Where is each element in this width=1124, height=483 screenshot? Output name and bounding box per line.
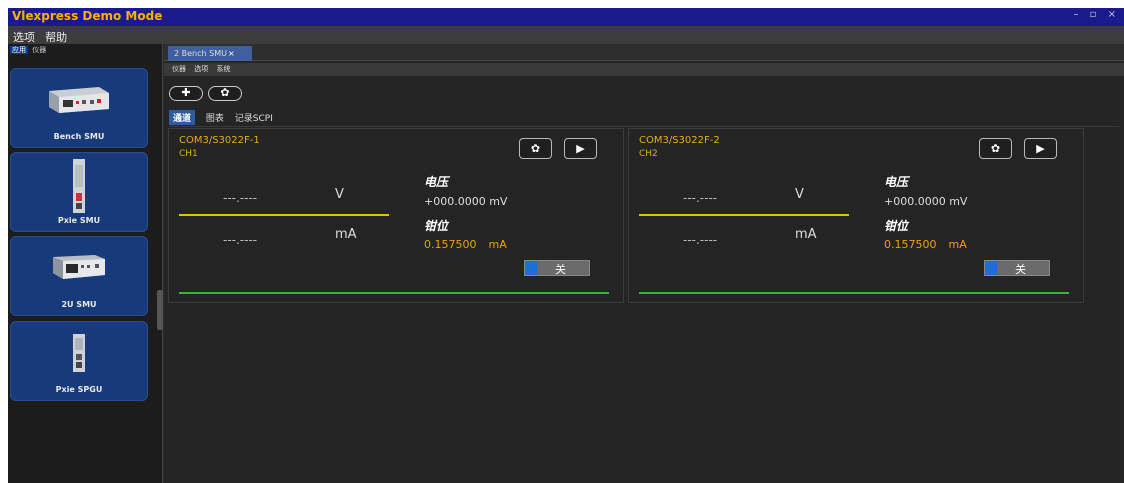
current-unit: mA (335, 227, 357, 242)
clamp-label: 钳位 (884, 219, 909, 233)
document-tab[interactable]: 2 Bench SMU× (168, 46, 252, 61)
current-unit: mA (795, 227, 817, 242)
channel-name: CH1 (179, 149, 198, 159)
clamp-unit: mA (948, 238, 967, 251)
tab-divider (169, 126, 1119, 127)
close-icon[interactable]: × (228, 49, 235, 58)
clamp-setting[interactable]: 0.157500 mA (884, 238, 967, 251)
content-tabs: 通道 图表 记录SCPI (169, 110, 281, 125)
channel-run-button[interactable]: ▶ (564, 138, 597, 159)
status-line (179, 292, 609, 294)
reading-divider (179, 214, 389, 216)
add-button[interactable]: ✚ (169, 86, 203, 101)
clamp-value: 0.157500 (424, 238, 477, 251)
voltage-unit: V (795, 187, 804, 202)
channel-run-button[interactable]: ▶ (1024, 138, 1057, 159)
voltage-setpoint[interactable]: +000.0000 mV (424, 195, 507, 208)
voltage-unit: V (335, 187, 344, 202)
channel-panel-1: COM3/S3022F-1 CH1 ✿ ▶ ---.---- V ---.---… (168, 128, 624, 303)
main-area: 2 Bench SMU× 仪器 选项 系统 ✚ ✿ 通道 图表 记录SCPI C… (164, 44, 1124, 483)
reading-divider (639, 214, 849, 216)
title-bar: Vlexpress Demo Mode – ▫ × (8, 8, 1124, 26)
voltage-reading: ---.---- (223, 191, 258, 205)
window-controls[interactable]: – ▫ × (1073, 9, 1120, 20)
voltage-reading: ---.---- (683, 191, 718, 205)
channel-panel-2: COM3/S3022F-2 CH2 ✿ ▶ ---.---- V ---.---… (628, 128, 1084, 303)
channel-settings-button[interactable]: ✿ (519, 138, 552, 159)
channel-settings-button[interactable]: ✿ (979, 138, 1012, 159)
device-label: Pxie SMU (57, 216, 101, 225)
tab-scpi-log[interactable]: 记录SCPI (235, 111, 273, 124)
device-panel: 应用 仪器 Bench SMU Pxie SMU 2U SMU Pxie SPG… (8, 44, 163, 483)
gear-icon: ✿ (220, 86, 230, 99)
menu-help[interactable]: 帮助 (40, 27, 67, 45)
clamp-unit: mA (488, 238, 507, 251)
output-state-label: 关 (1015, 263, 1026, 276)
toggle-knob (985, 261, 997, 275)
pxie-spgu-image (73, 334, 85, 372)
window-title: Vlexpress Demo Mode (12, 9, 163, 23)
tab-charts[interactable]: 图表 (206, 111, 224, 124)
device-label: Pxie SPGU (55, 385, 103, 394)
voltage-label: 电压 (424, 175, 449, 189)
document-tab-bar: 2 Bench SMU× (164, 44, 1124, 61)
menu-options[interactable]: 选项 (8, 27, 35, 45)
2u-smu-image (53, 255, 105, 279)
device-card-pxie-spgu[interactable]: Pxie SPGU (10, 321, 148, 401)
menu-bar: 选项 帮助 (8, 26, 1124, 44)
panel-splitter-handle[interactable] (157, 290, 163, 330)
output-toggle[interactable]: 关 (524, 260, 590, 276)
current-reading: ---.---- (223, 233, 258, 247)
menu-system[interactable]: 系统 (216, 65, 230, 73)
voltage-label: 电压 (884, 175, 909, 189)
pxie-smu-image (73, 159, 85, 213)
output-state-label: 关 (555, 263, 566, 276)
device-card-2u-smu[interactable]: 2U SMU (10, 236, 148, 316)
device-label: 2U SMU (61, 300, 97, 309)
device-card-pxie-smu[interactable]: Pxie SMU (10, 152, 148, 232)
clamp-label: 钳位 (424, 219, 449, 233)
document-tab-label: 2 Bench SMU (174, 49, 227, 58)
play-icon: ▶ (576, 142, 585, 155)
output-toggle[interactable]: 关 (984, 260, 1050, 276)
clamp-value: 0.157500 (884, 238, 937, 251)
tab-channels[interactable]: 通道 (169, 110, 196, 125)
instrument-menu: 仪器 选项 系统 (164, 63, 1124, 76)
play-icon: ▶ (1036, 142, 1045, 155)
device-panel-tabs: 应用 仪器 (8, 44, 162, 56)
clamp-setting[interactable]: 0.157500 mA (424, 238, 507, 251)
device-label: Bench SMU (53, 132, 105, 141)
current-reading: ---.---- (683, 233, 718, 247)
app-window: Vlexpress Demo Mode – ▫ × 选项 帮助 应用 仪器 Be… (8, 8, 1124, 483)
toggle-knob (525, 261, 537, 275)
tab-applications[interactable]: 应用 (10, 46, 28, 54)
channel-address: COM3/S3022F-2 (639, 135, 720, 146)
device-card-bench-smu[interactable]: Bench SMU (10, 68, 148, 148)
menu-options[interactable]: 选项 (194, 65, 208, 73)
tab-instruments[interactable]: 仪器 (30, 46, 48, 54)
bench-smu-image (49, 87, 109, 113)
voltage-setpoint[interactable]: +000.0000 mV (884, 195, 967, 208)
gear-icon: ✿ (530, 142, 541, 155)
plus-icon: ✚ (181, 86, 191, 99)
settings-button[interactable]: ✿ (208, 86, 242, 101)
menu-instrument[interactable]: 仪器 (172, 65, 186, 73)
channel-name: CH2 (639, 149, 658, 159)
channel-address: COM3/S3022F-1 (179, 135, 260, 146)
gear-icon: ✿ (990, 142, 1001, 155)
status-line (639, 292, 1069, 294)
